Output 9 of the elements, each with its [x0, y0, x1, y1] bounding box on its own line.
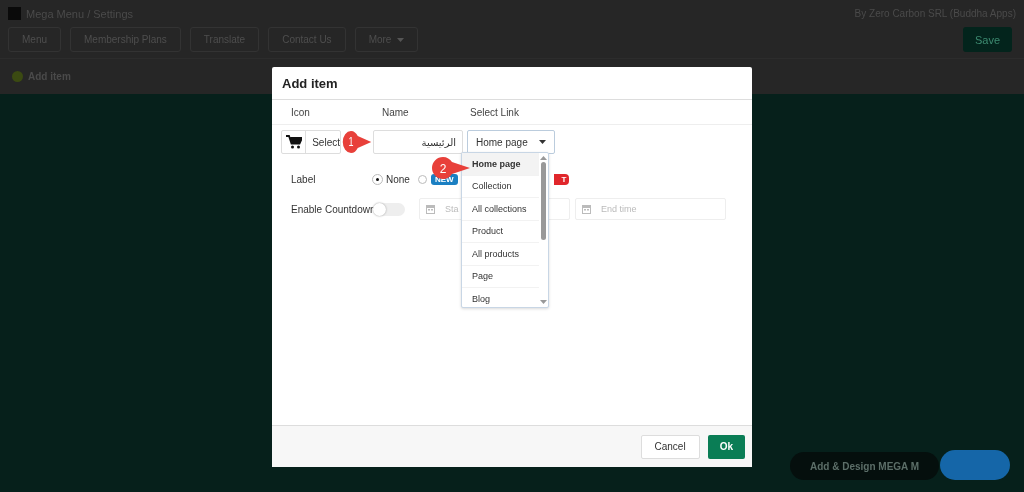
column-header: Select Link	[470, 106, 519, 118]
callout-marker: 1	[342, 130, 372, 154]
dialog-title: Add item	[282, 75, 338, 91]
column-header: Name	[382, 106, 409, 118]
label-field-label: Label	[291, 173, 317, 185]
radio-label: None	[386, 173, 410, 185]
column-header: Icon	[291, 106, 310, 118]
countdown-label: Enable Countdown	[291, 203, 373, 215]
label-badge: T	[553, 173, 570, 185]
